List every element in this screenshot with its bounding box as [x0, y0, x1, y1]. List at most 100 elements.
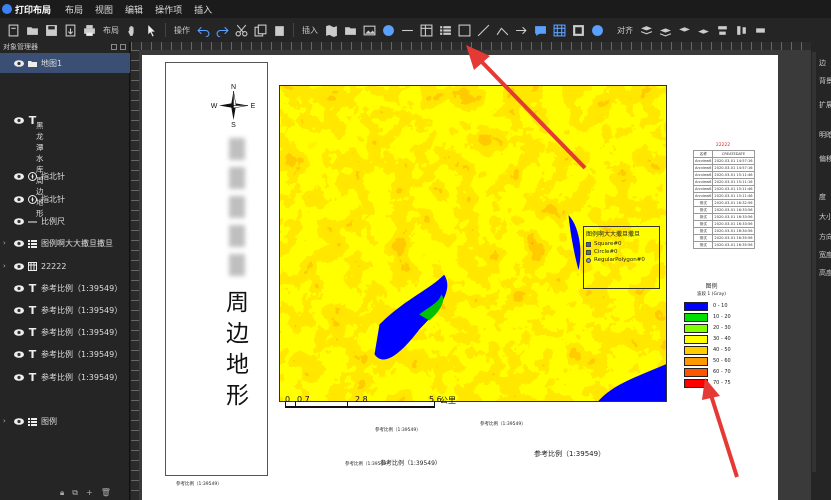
layout-canvas[interactable]: N S E W 周边地形 图例啊大大撒旦撒旦 Square#0 Circle#0…: [131, 42, 811, 500]
raster-legend[interactable]: 图例 波段 1 (Gray) 0 - 10 10 - 20 20 - 30 30…: [684, 281, 739, 391]
layer-row-ref-scale-3[interactable]: T 参考比例（1:39549）: [0, 322, 130, 342]
export-button[interactable]: [63, 23, 78, 38]
title-text-box[interactable]: N S E W 周边地形: [165, 62, 268, 476]
insert-html-button[interactable]: [590, 23, 605, 38]
reference-scale-text[interactable]: 参考比例（1:39549）: [480, 421, 526, 427]
open-button[interactable]: [25, 23, 40, 38]
align-button-1[interactable]: [639, 23, 654, 38]
align-button-6[interactable]: [734, 23, 749, 38]
layer-row-ref-scale-4[interactable]: T 参考比例（1:39549）: [0, 344, 130, 364]
insert-text-button[interactable]: [533, 23, 548, 38]
insert-line-button[interactable]: [400, 23, 415, 38]
reference-scale-text[interactable]: 参考比例（1:39549）: [375, 427, 421, 433]
copy-button[interactable]: [253, 23, 268, 38]
table-row: Arcview6 2020-03-01 14:57:16: [692, 157, 755, 165]
eye-icon[interactable]: [14, 417, 24, 425]
eye-icon[interactable]: [14, 262, 24, 270]
layer-row-legend-2[interactable]: › 图例: [0, 411, 130, 431]
inner-legend[interactable]: 图例啊大大撒旦撒旦 Square#0 Circle#0 RegularPolyg…: [583, 226, 660, 289]
layer-row-north-arrow-2[interactable]: 指北针: [0, 189, 130, 209]
print-button[interactable]: [82, 23, 97, 38]
eye-icon[interactable]: [14, 306, 24, 314]
insert-grid-button[interactable]: [552, 23, 567, 38]
save-button[interactable]: [44, 23, 59, 38]
insert-frame-button[interactable]: [571, 23, 586, 38]
eye-icon[interactable]: [14, 350, 24, 358]
insert-ellipse-button[interactable]: [381, 23, 396, 38]
attribute-table[interactable]: 22222 名称 CREATEDATE Arcview6 2020-03-01 14…: [692, 143, 755, 253]
rectangle-icon: [458, 24, 471, 36]
layer-row-map1[interactable]: 地图1: [0, 53, 130, 73]
redo-button[interactable]: [215, 23, 230, 38]
reference-scale-text[interactable]: 参考比例（1:39549）: [176, 481, 222, 487]
legend-item: Square#0: [586, 241, 657, 247]
expand-icon[interactable]: ›: [3, 239, 6, 247]
eye-icon[interactable]: [14, 373, 24, 381]
insert-arrowline-button[interactable]: [514, 23, 529, 38]
insert-arrow-button[interactable]: [476, 23, 491, 38]
eye-icon[interactable]: [14, 195, 24, 203]
compass-n: N: [231, 84, 236, 91]
insert-rectangle-button[interactable]: [457, 23, 472, 38]
insert-image-button[interactable]: [362, 23, 377, 38]
menu-edit[interactable]: 编辑: [125, 3, 143, 16]
reference-scale-text[interactable]: 参考比例（1:39549）: [345, 461, 391, 467]
eye-icon[interactable]: [14, 328, 24, 336]
insert-legend-button[interactable]: [438, 23, 453, 38]
menu-view[interactable]: 视图: [95, 3, 113, 16]
align-button-5[interactable]: [715, 23, 730, 38]
menu-layout[interactable]: 布局: [65, 3, 83, 16]
align-button-4[interactable]: [696, 23, 711, 38]
north-arrow[interactable]: N S E W: [211, 83, 256, 128]
layer-row-text-title[interactable]: T: [0, 110, 130, 130]
select-button[interactable]: [144, 23, 159, 38]
property-label: 偏移: [819, 155, 831, 163]
layer-label: 22222: [41, 261, 67, 271]
scrollbar[interactable]: [812, 52, 816, 472]
eye-icon[interactable]: [14, 59, 24, 67]
table-cell: 测试: [692, 213, 714, 221]
eye-icon[interactable]: [14, 239, 24, 247]
menu-operations[interactable]: 操作项: [155, 3, 182, 16]
insert-table-button[interactable]: [419, 23, 434, 38]
insert-map-button[interactable]: [324, 23, 339, 38]
eye-icon[interactable]: [14, 284, 24, 292]
add-icon[interactable]: +: [86, 488, 93, 498]
new-layout-button[interactable]: [6, 23, 21, 38]
scale-bar[interactable]: 0 0.7 2.8 5.6 公里: [285, 395, 465, 413]
insert-polyline-button[interactable]: [495, 23, 510, 38]
align-button-2[interactable]: [658, 23, 673, 38]
print-page[interactable]: N S E W 周边地形 图例啊大大撒旦撒旦 Square#0 Circle#0…: [142, 55, 778, 500]
close-icon[interactable]: [120, 44, 126, 50]
menu-insert[interactable]: 插入: [194, 3, 212, 16]
object-manager-panel: 对象管理器 地图1 T 黑龙潭水库周边地形 指北针 指北针 比例尺 › 图例啊大…: [0, 42, 130, 500]
layer-row-ref-scale-2[interactable]: T 参考比例（1:39549）: [0, 300, 130, 320]
list-icon: [440, 25, 451, 35]
align-button-7[interactable]: [753, 23, 768, 38]
expand-icon[interactable]: ›: [3, 262, 6, 270]
layer-row-legend-1[interactable]: › 图例啊大大撒旦撒旦: [0, 233, 130, 253]
lock-icon[interactable]: 🔒︎: [60, 488, 64, 498]
layer-row-north-arrow-1[interactable]: 指北针: [0, 166, 130, 186]
float-icon[interactable]: [111, 44, 117, 50]
undo-button[interactable]: [196, 23, 211, 38]
layer-row-table[interactable]: › 22222: [0, 256, 130, 276]
layer-row-ref-scale-5[interactable]: T 参考比例（1:39549）: [0, 367, 130, 387]
duplicate-icon[interactable]: ⧉: [72, 488, 78, 498]
layer-row-ref-scale-1[interactable]: T 参考比例（1:39549）: [0, 278, 130, 298]
eye-icon[interactable]: [14, 217, 24, 225]
paste-button[interactable]: [272, 23, 287, 38]
expand-icon[interactable]: ›: [3, 417, 6, 425]
reference-scale-text[interactable]: 参考比例（1:39549）: [534, 449, 605, 459]
circle-icon: [383, 24, 394, 36]
align-button-3[interactable]: [677, 23, 692, 38]
layer-row-scalebar[interactable]: 比例尺: [0, 211, 130, 231]
eye-icon[interactable]: [14, 116, 24, 124]
delete-icon[interactable]: 🗑︎: [101, 488, 111, 498]
layer-label: 比例尺: [41, 216, 65, 226]
eye-icon[interactable]: [14, 172, 24, 180]
legend-item-label: RegularPolygon#0: [594, 257, 645, 263]
pan-button[interactable]: [125, 23, 140, 38]
insert-layer-button[interactable]: [343, 23, 358, 38]
cut-button[interactable]: [234, 23, 249, 38]
